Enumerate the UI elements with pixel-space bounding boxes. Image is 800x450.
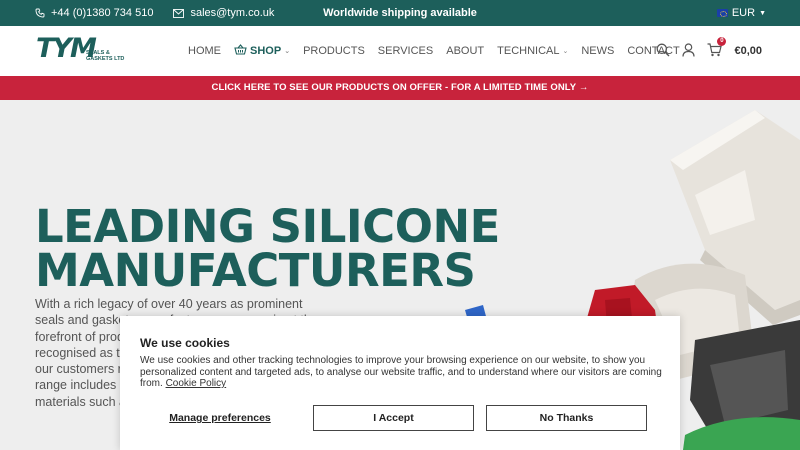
chevron-down-icon: ⌄ xyxy=(284,48,291,55)
header-actions: 0 €0,00 xyxy=(656,26,762,76)
hero-heading: LEADING SILICONE MANUFACTURERS xyxy=(35,200,500,297)
logo-subtitle: SEALS & GASKETS LTD xyxy=(86,50,125,62)
site-logo[interactable]: TYM SEALS & GASKETS LTD xyxy=(36,33,131,69)
nav-news[interactable]: NEWS xyxy=(581,45,614,57)
phone-link[interactable]: +44 (0)1380 734 510 xyxy=(51,7,153,19)
hero-heading-line2: MANUFACTURERS xyxy=(35,244,476,297)
cookie-title: We use cookies xyxy=(140,336,230,350)
promo-banner-link[interactable]: CLICK HERE TO SEE OUR PRODUCTS ON OFFER … xyxy=(0,76,800,100)
chevron-down-icon: ▼ xyxy=(759,9,766,17)
contact-info: +44 (0)1380 734 510 sales@tym.co.uk xyxy=(35,0,274,26)
cookie-description: We use cookies and other tracking techno… xyxy=(140,355,662,389)
eu-flag-icon xyxy=(716,9,728,17)
top-bar: +44 (0)1380 734 510 sales@tym.co.uk Worl… xyxy=(0,0,800,26)
email-link[interactable]: sales@tym.co.uk xyxy=(190,7,274,19)
hero-heading-line1: LEADING SILICONE xyxy=(35,200,500,253)
nav-products[interactable]: PRODUCTS xyxy=(303,45,365,57)
nav-technical[interactable]: TECHNICAL ⌄ xyxy=(497,45,568,57)
arrow-right-icon: → xyxy=(578,82,589,93)
nav-shop[interactable]: SHOP ⌄ xyxy=(234,44,290,58)
decline-cookies-button[interactable]: No Thanks xyxy=(486,405,647,431)
search-icon[interactable] xyxy=(656,43,670,60)
main-nav: HOME SHOP ⌄ PRODUCTS SERVICES ABOUT TECH… xyxy=(188,26,680,76)
phone-icon xyxy=(35,8,45,18)
account-icon[interactable] xyxy=(682,42,696,60)
manage-preferences-button[interactable]: Manage preferences xyxy=(140,405,300,431)
currency-selector[interactable]: EUR ▼ xyxy=(716,0,766,26)
cart-count-badge: 0 xyxy=(717,36,727,46)
nav-home[interactable]: HOME xyxy=(188,45,221,57)
chevron-down-icon: ⌄ xyxy=(562,48,569,55)
cookie-policy-link[interactable]: Cookie Policy xyxy=(166,378,227,389)
nav-services[interactable]: SERVICES xyxy=(378,45,433,57)
cookie-consent-dialog: We use cookies We use cookies and other … xyxy=(120,316,680,450)
promo-text: CLICK HERE TO SEE OUR PRODUCTS ON OFFER … xyxy=(211,82,577,93)
nav-about[interactable]: ABOUT xyxy=(446,45,484,57)
mail-icon xyxy=(173,8,185,18)
basket-icon xyxy=(234,44,247,58)
cart-total[interactable]: €0,00 xyxy=(734,45,762,57)
accept-cookies-button[interactable]: I Accept xyxy=(313,405,474,431)
currency-label: EUR xyxy=(731,7,756,19)
site-header: TYM SEALS & GASKETS LTD HOME SHOP ⌄ PROD… xyxy=(0,26,800,76)
cart-icon xyxy=(707,42,723,60)
cart-button[interactable]: 0 xyxy=(707,36,727,60)
